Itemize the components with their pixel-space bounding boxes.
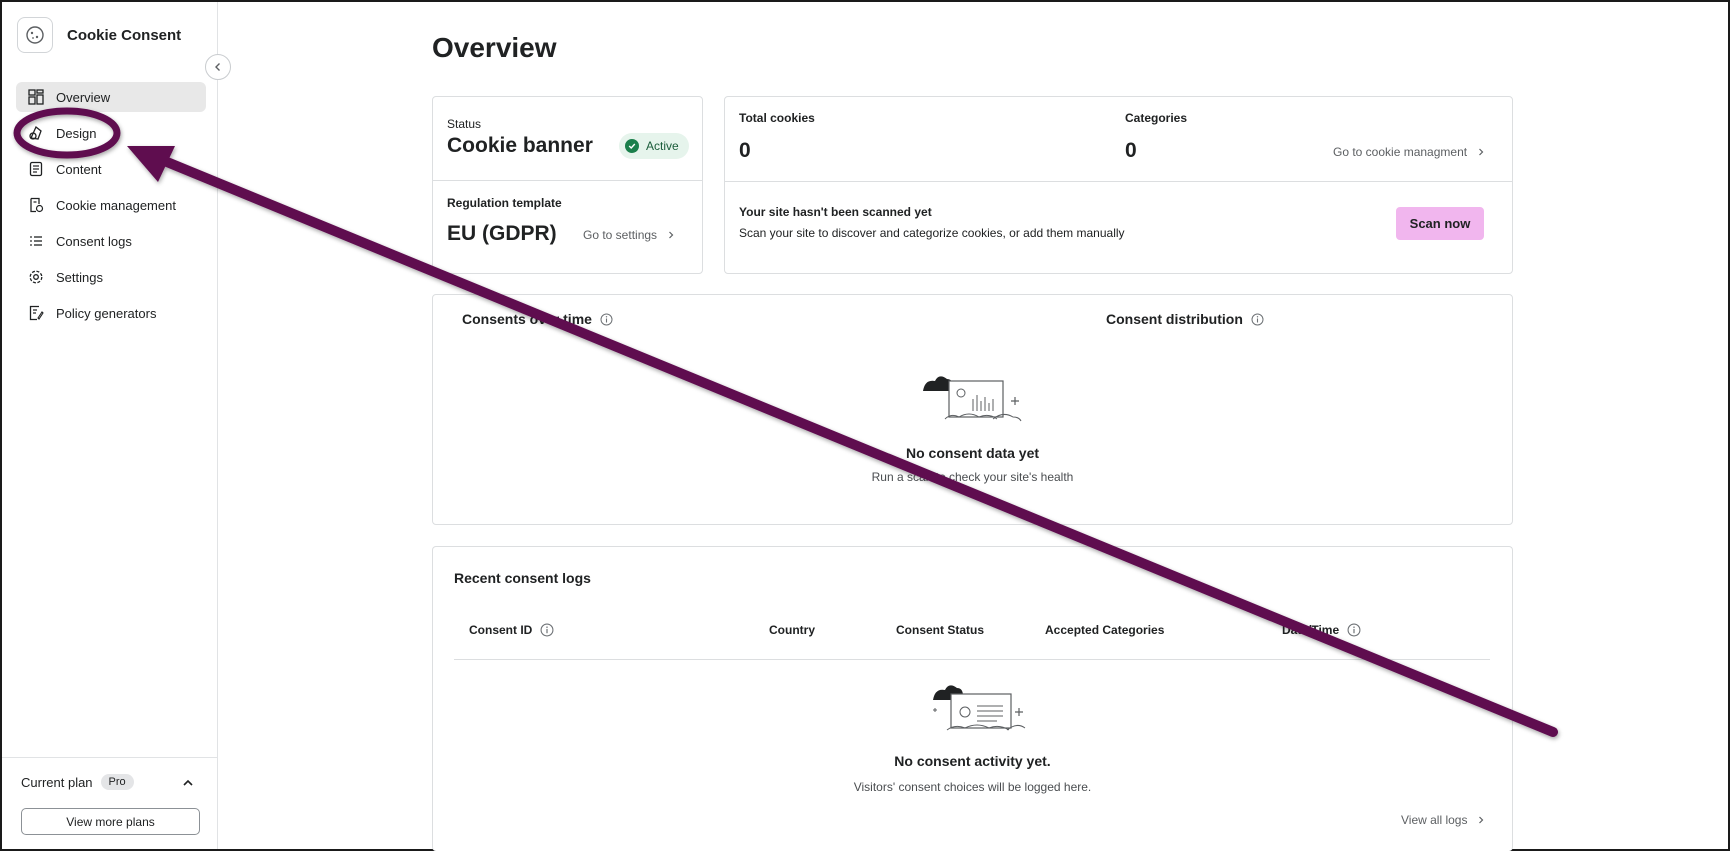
table-divider	[454, 659, 1490, 660]
check-circle-icon	[625, 139, 639, 153]
sidebar-item-label: Content	[56, 161, 102, 177]
gear-icon	[28, 269, 44, 285]
plan-badge: Pro	[100, 774, 134, 790]
go-to-cookie-management-label: Go to cookie managment	[1333, 145, 1468, 159]
sidebar-item-label: Cookie management	[56, 197, 176, 213]
view-more-plans-button[interactable]: View more plans	[21, 808, 200, 835]
column-header-label: Consent ID	[469, 623, 533, 637]
column-header-consent-status: Consent Status	[896, 623, 985, 637]
sidebar-item-consent-logs[interactable]: Consent logs	[16, 226, 206, 256]
logs-empty-subtitle: Visitors' consent choices will be logged…	[853, 780, 1092, 794]
chevron-right-icon	[1479, 148, 1484, 156]
chevron-up-icon[interactable]	[182, 776, 194, 794]
recent-consent-logs-card: Recent consent logs Consent ID Country C…	[432, 546, 1513, 851]
consents-over-time-heading: Consents over time	[462, 311, 613, 327]
status-card: Status Cookie banner Active Regulation t…	[432, 96, 703, 274]
info-icon[interactable]	[540, 623, 554, 637]
status-badge: Active	[619, 133, 689, 159]
scan-now-button[interactable]: Scan now	[1396, 207, 1484, 240]
chevron-left-icon	[215, 63, 220, 71]
app-title: Cookie Consent	[67, 26, 182, 44]
page-title: Overview	[432, 32, 557, 63]
scan-description: Scan your site to discover and categoriz…	[739, 226, 1125, 240]
regulation-label: Regulation template	[447, 196, 562, 210]
status-label: Status	[447, 117, 482, 131]
charts-empty-subtitle: Run a scan to check your site's health	[871, 470, 1074, 484]
info-icon[interactable]	[1251, 313, 1264, 326]
categories-value: 0	[1125, 139, 1137, 162]
app-header: Cookie Consent	[17, 17, 181, 53]
totals-card: Total cookies 0 Categories 0 Go to cooki…	[724, 96, 1513, 274]
column-header-consent-id: Consent ID	[469, 623, 554, 637]
sidebar: Cookie Consent Overview Design Content C…	[2, 2, 218, 849]
sidebar-item-cookie-management[interactable]: Cookie management	[16, 190, 206, 220]
view-all-logs-link[interactable]: View all logs	[1401, 813, 1485, 827]
current-plan-label: Current plan	[21, 774, 93, 790]
info-icon[interactable]	[600, 313, 613, 326]
column-header-country: Country	[769, 623, 815, 637]
total-cookies-value: 0	[739, 139, 751, 162]
logs-illustration-icon	[933, 685, 1026, 731]
document-icon	[28, 161, 44, 177]
status-badge-label: Active	[646, 139, 679, 153]
palette-icon	[28, 125, 44, 141]
divider	[433, 180, 702, 181]
sidebar-item-label: Settings	[56, 269, 103, 285]
sidebar-item-overview[interactable]: Overview	[16, 82, 206, 112]
sidebar-item-label: Consent logs	[56, 233, 132, 249]
info-icon[interactable]	[1347, 623, 1361, 637]
go-to-cookie-management-link[interactable]: Go to cookie managment	[1333, 145, 1485, 159]
scan-title: Your site hasn't been scanned yet	[739, 205, 932, 219]
recent-consent-logs-title: Recent consent logs	[454, 570, 591, 586]
list-icon	[28, 233, 44, 249]
chevron-right-icon	[669, 231, 674, 239]
consents-over-time-title: Consents over time	[462, 311, 592, 327]
chevron-right-icon	[1479, 816, 1484, 824]
current-plan-section: Current plan Pro View more plans	[2, 757, 218, 849]
divider	[725, 181, 1512, 182]
sidebar-item-design[interactable]: Design	[16, 118, 206, 148]
consent-distribution-title: Consent distribution	[1106, 311, 1243, 327]
categories-label: Categories	[1125, 111, 1188, 125]
consent-distribution-heading: Consent distribution	[1106, 311, 1264, 327]
collapse-sidebar-button[interactable]	[205, 54, 231, 80]
sidebar-item-content[interactable]: Content	[16, 154, 206, 184]
consent-charts-card: Consents over time Consent distribution …	[432, 294, 1513, 525]
column-header-label: Date/Time	[1282, 623, 1340, 637]
sidebar-item-label: Overview	[56, 89, 111, 105]
total-cookies-label: Total cookies	[739, 111, 815, 125]
column-header-date-time: Date/Time	[1282, 623, 1361, 637]
go-to-settings-label: Go to settings	[583, 228, 658, 242]
cookie-logo-icon	[17, 17, 53, 53]
view-all-logs-label: View all logs	[1401, 813, 1468, 827]
policy-edit-icon	[28, 305, 44, 321]
current-plan-row: Current plan Pro	[21, 774, 134, 790]
sidebar-item-settings[interactable]: Settings	[16, 262, 206, 292]
sidebar-item-policy-generators[interactable]: Policy generators	[16, 298, 206, 328]
go-to-settings-link[interactable]: Go to settings	[583, 228, 675, 242]
cookie-doc-icon	[28, 197, 44, 213]
logs-empty-title: No consent activity yet.	[894, 753, 1051, 769]
sidebar-nav: Overview Design Content Cookie managemen…	[16, 82, 206, 334]
sidebar-item-label: Design	[56, 125, 97, 141]
chart-illustration-icon	[923, 376, 1022, 422]
column-header-accepted-categories: Accepted Categories	[1045, 623, 1165, 637]
status-value: Cookie banner	[447, 134, 593, 157]
sidebar-item-label: Policy generators	[56, 305, 157, 321]
charts-empty-title: No consent data yet	[905, 445, 1040, 461]
regulation-value: EU (GDPR)	[447, 222, 557, 245]
dashboard-grid-icon	[28, 89, 44, 105]
